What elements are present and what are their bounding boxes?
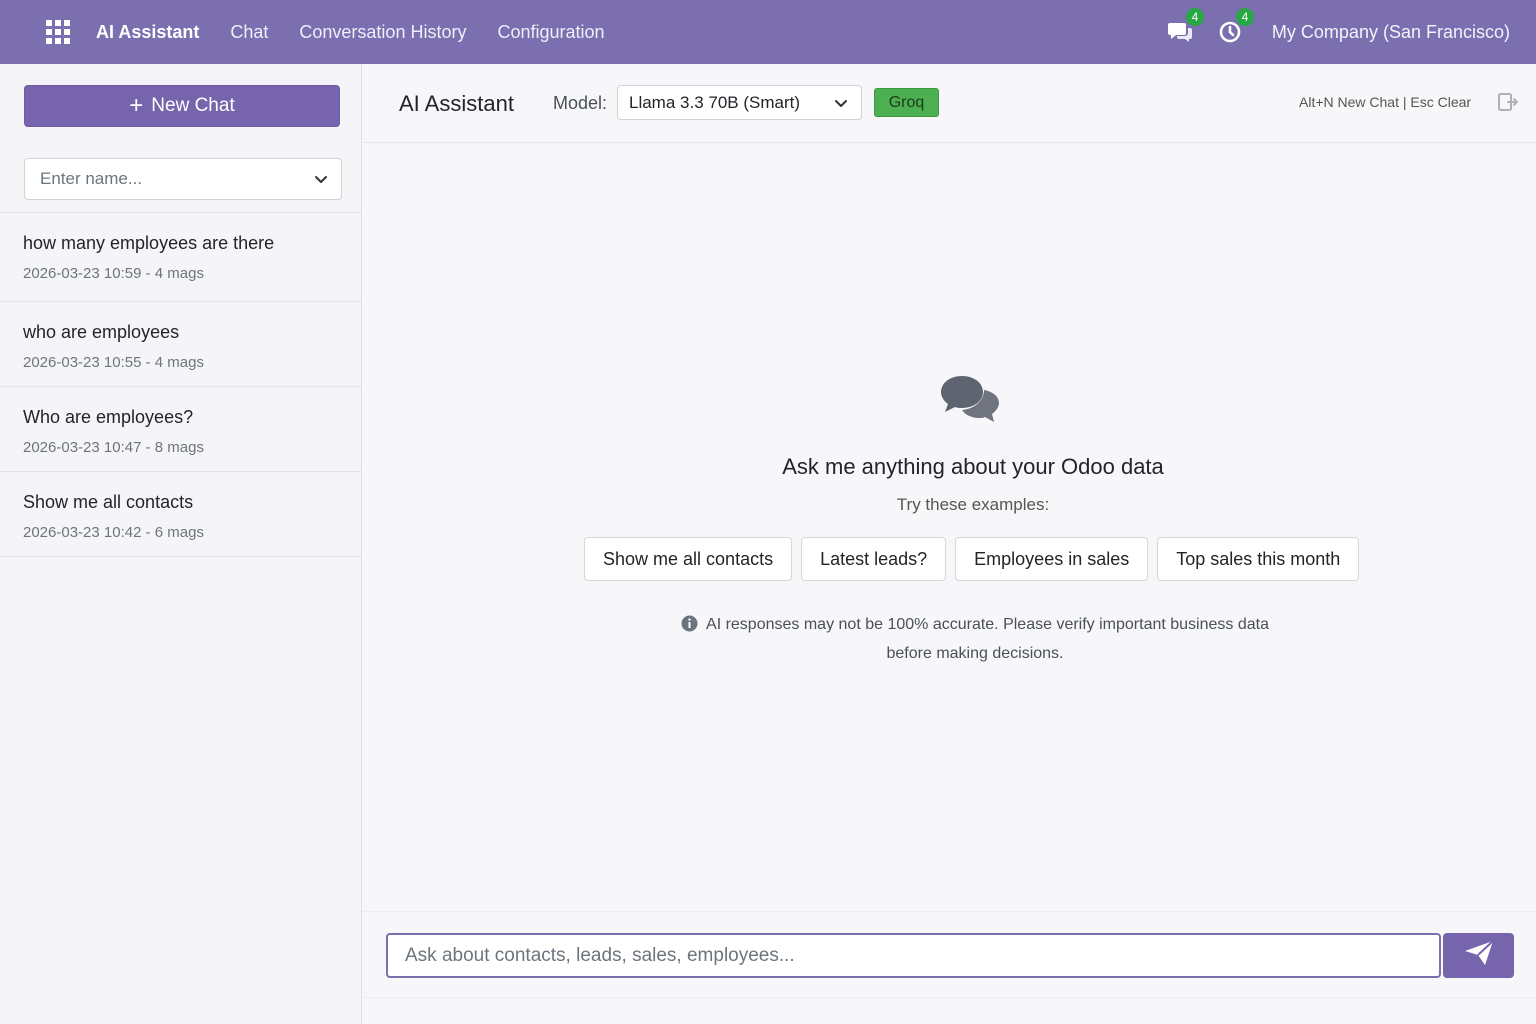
- plus-icon: +: [129, 92, 144, 119]
- empty-state: Ask me anything about your Odoo data Try…: [363, 143, 1536, 911]
- send-button[interactable]: [1443, 933, 1514, 978]
- conversation-title: Who are employees?: [23, 407, 194, 427]
- nav-link-conversation-history[interactable]: Conversation History: [299, 22, 466, 43]
- conversation-item[interactable]: Who are employees? 2026-03-23 10:47 - 8 …: [0, 387, 361, 472]
- app-brand[interactable]: AI Assistant: [96, 22, 199, 43]
- message-input[interactable]: [386, 933, 1441, 978]
- nav-link-configuration[interactable]: Configuration: [497, 22, 604, 43]
- new-chat-button[interactable]: + New Chat: [24, 85, 340, 127]
- messages-badge: 4: [1185, 8, 1204, 26]
- conversation-title: how many employees are there: [23, 233, 275, 253]
- disclaimer-line-1: AI responses may not be 100% accurate. P…: [706, 616, 1269, 633]
- conversation-sidebar: + New Chat Enter name... how many employ…: [0, 64, 362, 1024]
- nav-link-chat[interactable]: Chat: [230, 22, 268, 43]
- chevron-down-icon: [833, 95, 849, 116]
- page-title: AI Assistant: [399, 91, 514, 116]
- disclaimer-line-2: before making decisions.: [886, 645, 1064, 662]
- conversation-item[interactable]: how many employees are there 2026-03-23 …: [0, 213, 361, 302]
- comments-icon: [940, 374, 1002, 429]
- clock-icon[interactable]: 4: [1216, 8, 1254, 46]
- company-switcher[interactable]: My Company (San Francisco): [1272, 22, 1510, 43]
- top-navbar: AI Assistant Chat Conversation History C…: [0, 0, 1536, 64]
- messages-icon[interactable]: 4: [1166, 8, 1204, 46]
- model-label: Model:: [553, 93, 608, 113]
- conversation-title: Show me all contacts: [23, 492, 194, 512]
- conversation-meta: 2026-03-23 10:42 - 6 mags: [23, 524, 204, 541]
- example-button[interactable]: Top sales this month: [1157, 537, 1360, 581]
- keyboard-shortcuts-hint: Alt+N New Chat | Esc Clear: [1299, 94, 1472, 110]
- empty-state-title: Ask me anything about your Odoo data: [782, 454, 1164, 479]
- example-button[interactable]: Latest leads?: [801, 537, 947, 581]
- conversation-meta: 2026-03-23 10:47 - 8 mags: [23, 439, 204, 456]
- info-icon: [681, 615, 698, 641]
- send-icon: [1464, 940, 1494, 971]
- activity-badge: 4: [1235, 8, 1254, 26]
- navbar-systray: 4 4 My Company (San Francisco): [1166, 8, 1510, 46]
- new-chat-label: New Chat: [151, 95, 235, 116]
- conversation-title: who are employees: [23, 322, 180, 342]
- model-select-value: Llama 3.3 70B (Smart): [629, 92, 801, 112]
- name-filter-select[interactable]: Enter name...: [24, 158, 342, 200]
- message-composer: [363, 911, 1536, 998]
- example-prompts: Show me all contacts Latest leads? Emplo…: [584, 537, 1368, 581]
- conversation-item[interactable]: Show me all contacts 2026-03-23 10:42 - …: [0, 472, 361, 557]
- empty-state-subtitle: Try these examples:: [896, 495, 1050, 514]
- grid-icon[interactable]: [36, 10, 80, 54]
- exit-icon[interactable]: [1497, 92, 1519, 117]
- accuracy-disclaimer: AI responses may not be 100% accurate. P…: [363, 612, 1536, 667]
- conversation-item[interactable]: who are employees 2026-03-23 10:55 - 4 m…: [0, 302, 361, 387]
- example-button[interactable]: Employees in sales: [955, 537, 1149, 581]
- conversation-meta: 2026-03-23 10:55 - 4 mags: [23, 354, 204, 371]
- provider-badge: Groq: [874, 88, 939, 117]
- conversation-list: how many employees are there 2026-03-23 …: [0, 212, 361, 557]
- chevron-down-icon: [313, 171, 329, 192]
- conversation-meta: 2026-03-23 10:59 - 4 mags: [23, 265, 204, 282]
- model-select[interactable]: Llama 3.3 70B (Smart): [617, 85, 862, 120]
- chat-header: AI Assistant Model: Llama 3.3 70B (Smart…: [363, 64, 1536, 143]
- name-filter-placeholder: Enter name...: [40, 169, 143, 188]
- example-button[interactable]: Show me all contacts: [584, 537, 793, 581]
